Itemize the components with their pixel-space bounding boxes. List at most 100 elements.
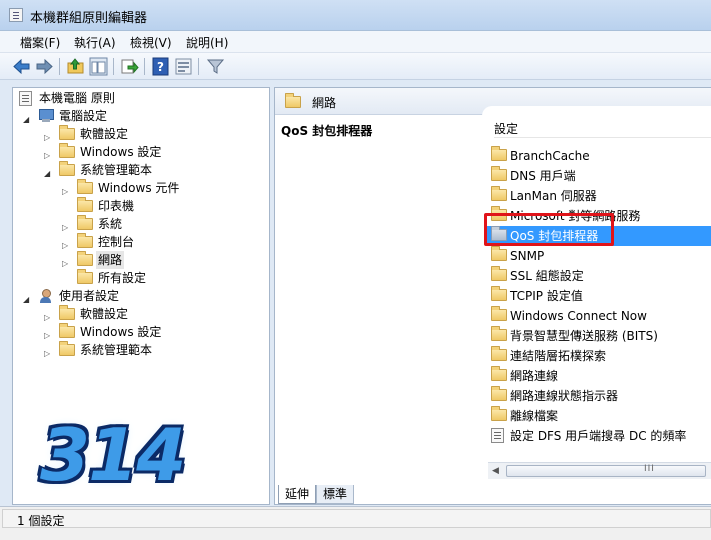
folder-icon <box>77 215 93 230</box>
tree-label: 網路 <box>96 251 125 269</box>
setting-label: 網路連線狀態指示器 <box>510 389 619 403</box>
folder-icon <box>77 233 93 248</box>
setting-label: BranchCache <box>510 149 590 163</box>
menu-view[interactable]: 檢視(V) <box>130 34 172 51</box>
status-cell: 1 個設定 <box>2 509 711 528</box>
folder-icon <box>77 197 93 212</box>
toolbar-separator <box>144 58 145 75</box>
export-list-icon[interactable] <box>120 57 139 76</box>
expand-arrow-icon[interactable]: ▷ <box>44 327 50 345</box>
window-title: 本機群組原則編輯器 <box>30 11 148 26</box>
folder-icon <box>491 186 507 201</box>
folder-icon <box>491 246 507 261</box>
folder-icon <box>77 179 93 194</box>
toolbar-separator <box>113 58 114 75</box>
extended-view-title: QoS 封包排程器 <box>281 124 373 138</box>
tree-label: Windows 設定 <box>80 145 162 159</box>
folder-icon <box>77 269 93 284</box>
expand-arrow-icon[interactable]: ▷ <box>44 129 50 147</box>
horizontal-scrollbar[interactable]: ◀ III <box>488 462 711 479</box>
up-folder-icon[interactable] <box>66 57 85 76</box>
setting-label: 連結階層拓樸探索 <box>510 349 607 363</box>
setting-label: SNMP <box>510 249 545 263</box>
expand-arrow-icon[interactable]: ▷ <box>44 309 50 327</box>
menu-action[interactable]: 執行(A) <box>74 34 116 51</box>
setting-label: 背景智慧型傳送服務 (BITS) <box>510 329 658 343</box>
tab-standard[interactable]: 標準 <box>316 485 355 504</box>
folder-icon <box>491 306 507 321</box>
collapse-arrow-icon[interactable]: ◢ <box>23 111 29 129</box>
app-icon <box>9 8 23 22</box>
tree-label: Windows 元件 <box>98 181 180 195</box>
tree-label: 系統 <box>98 217 123 231</box>
menu-file[interactable]: 檔案(F) <box>20 34 60 51</box>
tree-label: 控制台 <box>98 235 135 249</box>
group-policy-editor-window: 本機群組原則編輯器 檔案(F) 執行(A) 檢視(V) 說明(H) ? 本機電腦… <box>0 0 711 540</box>
setting-label: Windows Connect Now <box>510 309 647 323</box>
setting-label: LanMan 伺服器 <box>510 189 597 203</box>
folder-icon <box>491 266 507 281</box>
toolbar-separator <box>59 58 60 75</box>
tree-label: 使用者設定 <box>59 289 120 303</box>
show-hide-tree-icon[interactable] <box>89 57 108 76</box>
column-divider <box>494 137 711 138</box>
collapse-arrow-icon[interactable]: ◢ <box>44 165 50 183</box>
expand-arrow-icon[interactable]: ▷ <box>62 219 68 237</box>
collapse-arrow-icon[interactable]: ◢ <box>23 291 29 309</box>
folder-icon <box>285 93 301 108</box>
expand-arrow-icon[interactable]: ▷ <box>44 147 50 165</box>
toolbar-separator <box>198 58 199 75</box>
folder-icon <box>77 251 93 266</box>
policy-icon <box>19 91 32 106</box>
view-tabs: 延伸 標準 <box>274 485 711 505</box>
forward-icon[interactable] <box>35 57 54 76</box>
expand-arrow-icon[interactable]: ▷ <box>62 183 68 201</box>
setting-label: 網路連線 <box>510 369 559 383</box>
setting-label: DNS 用戶端 <box>510 169 576 183</box>
folder-icon <box>59 125 75 140</box>
folder-icon <box>491 386 507 401</box>
watermark-logo: 314 <box>40 413 186 497</box>
folder-icon <box>491 166 507 181</box>
tree-label: 本機電腦 原則 <box>39 91 115 105</box>
help-icon[interactable]: ? <box>151 57 170 76</box>
properties-icon[interactable] <box>174 57 193 76</box>
setting-label: 設定 DFS 用戶端搜尋 DC 的頻率 <box>510 429 687 443</box>
tree-label: 軟體設定 <box>80 307 129 321</box>
folder-icon <box>491 326 507 341</box>
policy-setting-icon <box>491 428 504 443</box>
expand-arrow-icon[interactable]: ▷ <box>62 237 68 255</box>
folder-icon <box>59 161 75 176</box>
folder-icon <box>59 341 75 356</box>
setting-label: TCPIP 設定值 <box>510 289 583 303</box>
folder-icon <box>59 305 75 320</box>
expand-arrow-icon[interactable]: ▷ <box>44 345 50 363</box>
back-icon[interactable] <box>12 57 31 76</box>
column-header-setting[interactable]: 設定 <box>494 120 518 137</box>
annotation-highlight-box <box>484 213 614 246</box>
expand-arrow-icon[interactable]: ▷ <box>62 255 68 273</box>
folder-icon <box>491 366 507 381</box>
menu-help[interactable]: 說明(H) <box>186 34 228 51</box>
settings-list: 設定 BranchCache DNS 用戶端 LanMan 伺服器 Microsoft… <box>482 106 711 486</box>
scroll-grip: III <box>644 464 655 474</box>
scroll-thumb[interactable]: III <box>506 464 706 477</box>
details-pane: 網路 QoS 封包排程器 設定 BranchCache DNS 用戶端 LanMan… <box>274 87 711 505</box>
details-header-title: 網路 <box>312 96 337 110</box>
folder-icon <box>491 146 507 161</box>
tree-label: 系統管理範本 <box>80 163 153 177</box>
tree-label: 電腦設定 <box>59 109 108 123</box>
scroll-left-icon[interactable]: ◀ <box>492 466 499 476</box>
tree-label: 軟體設定 <box>80 127 129 141</box>
status-bar: 1 個設定 <box>0 506 711 540</box>
folder-icon <box>59 143 75 158</box>
filter-icon[interactable] <box>206 57 225 76</box>
user-icon <box>38 289 54 304</box>
tree-label: Windows 設定 <box>80 325 162 339</box>
setting-label: SSL 組態設定 <box>510 269 584 283</box>
toolbar: ? <box>0 53 711 80</box>
title-bar: 本機群組原則編輯器 <box>0 0 711 31</box>
tab-extended[interactable]: 延伸 <box>278 485 317 504</box>
folder-icon <box>491 286 507 301</box>
folder-icon <box>59 323 75 338</box>
